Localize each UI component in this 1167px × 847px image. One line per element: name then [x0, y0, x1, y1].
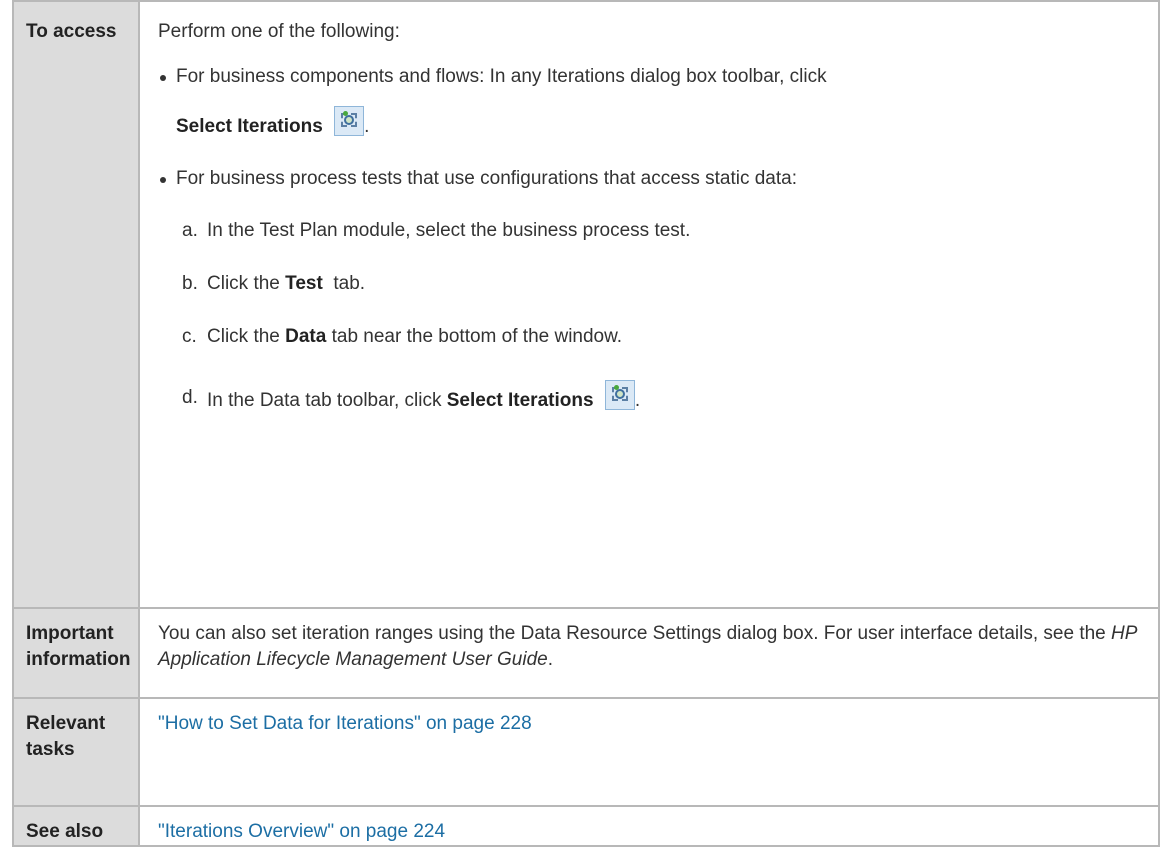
row-content: "Iterations Overview" on page 224: [138, 805, 1160, 847]
step-item: d. In the Data tab toolbar, click Select…: [158, 380, 1144, 419]
bullet-text: For business process tests that use conf…: [176, 168, 797, 189]
step-letter: d.: [182, 387, 198, 408]
bold-term: Data: [285, 326, 327, 347]
bullet-item: For business components and flows: In an…: [158, 64, 1144, 144]
step-text-pre: In the Data tab toolbar, click: [207, 390, 447, 411]
step-letter: b.: [182, 273, 198, 294]
punctuation: .: [547, 649, 553, 670]
see-also-link[interactable]: "Iterations Overview" on page 224: [158, 821, 445, 842]
step-text-pre: Click the: [207, 326, 286, 347]
step-letter: a.: [182, 220, 198, 241]
select-iterations-icon: [604, 380, 635, 410]
bullet-item: For business process tests that use conf…: [158, 166, 1144, 192]
punctuation: .: [364, 116, 370, 137]
step-text: In the Test Plan module, select the busi…: [207, 220, 691, 241]
step-letter: c.: [182, 326, 197, 347]
bullet-text: For business components and flows: In an…: [176, 66, 827, 87]
row-content: "How to Set Data for Iterations" on page…: [138, 697, 1160, 807]
step-text-post: tab near the bottom of the window.: [326, 326, 623, 347]
task-link[interactable]: "How to Set Data for Iterations" on page…: [158, 713, 532, 734]
step-text-pre: Click the: [207, 273, 286, 294]
row-label: To access: [12, 0, 140, 609]
step-text-post: tab.: [322, 273, 366, 294]
info-text: You can also set iteration ranges using …: [158, 623, 1112, 644]
row-label: Important information: [12, 607, 140, 699]
bold-command: Select Iterations: [446, 390, 594, 411]
step-item: c. Click the Data tab near the bottom of…: [158, 324, 1144, 350]
info-table: To access Perform one of the following: …: [12, 0, 1160, 847]
intro-text: Perform one of the following:: [158, 21, 400, 42]
row-label: See also: [12, 805, 140, 847]
punctuation: .: [634, 390, 641, 411]
row-label: Relevant tasks: [12, 697, 140, 807]
bullet-dot: [160, 75, 166, 81]
bullet-dot: [160, 177, 166, 183]
row-content: You can also set iteration ranges using …: [138, 607, 1160, 699]
row-to-access: To access Perform one of the following: …: [12, 0, 1160, 609]
bold-command: Select Iterations: [176, 116, 323, 137]
bullet-line: Select Iterations .: [176, 106, 1144, 144]
bold-term: Test: [285, 273, 323, 294]
row-see-also: See also "Iterations Overview" on page 2…: [12, 805, 1160, 847]
select-iterations-icon: [334, 106, 365, 136]
step-item: a. In the Test Plan module, select the b…: [158, 218, 1144, 244]
row-content: Perform one of the following: For busine…: [138, 0, 1160, 609]
step-item: b. Click the Test tab.: [158, 271, 1144, 297]
row-relevant-tasks: Relevant tasks "How to Set Data for Iter…: [12, 697, 1160, 807]
row-important-information: Important information You can also set i…: [12, 607, 1160, 699]
